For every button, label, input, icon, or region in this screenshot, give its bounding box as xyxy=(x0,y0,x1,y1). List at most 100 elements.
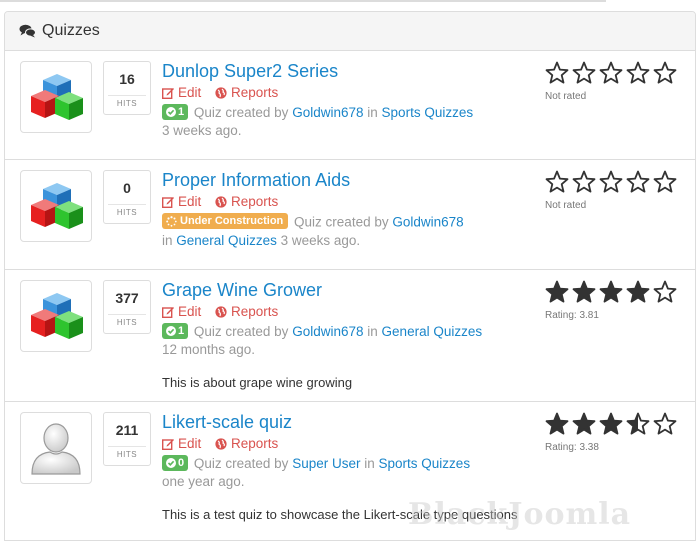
edit-link[interactable]: Edit xyxy=(162,84,201,102)
cubes-icon xyxy=(31,74,83,120)
star-icon-half[interactable] xyxy=(626,412,650,436)
rating: Not rated xyxy=(545,61,695,102)
edit-link[interactable]: Edit xyxy=(162,303,201,321)
globe-icon xyxy=(215,196,227,208)
star-icon-empty[interactable] xyxy=(626,170,650,194)
status-badge: 0 xyxy=(162,455,189,471)
edit-link[interactable]: Edit xyxy=(162,435,201,453)
star-icon-full[interactable] xyxy=(545,412,569,436)
author-link[interactable]: Super User xyxy=(292,456,360,471)
star-icon-empty[interactable] xyxy=(545,61,569,85)
rating: Rating: 3.81 xyxy=(545,280,695,321)
status-badge: 1 xyxy=(162,323,189,339)
rating: Not rated xyxy=(545,170,695,211)
hits-count: 211 xyxy=(115,422,139,438)
check-circle-icon xyxy=(166,458,176,468)
reports-link[interactable]: Reports xyxy=(215,435,278,453)
star-icon-empty[interactable] xyxy=(653,61,677,85)
panel-title: Quizzes xyxy=(42,22,100,39)
hits-label: HITS xyxy=(108,95,146,108)
spinner-icon xyxy=(166,215,177,227)
under-construction-badge: Under Construction xyxy=(162,213,289,229)
star-rating[interactable] xyxy=(545,280,695,304)
hits-counter: 0 HITS xyxy=(103,170,151,224)
star-rating[interactable] xyxy=(545,412,695,436)
globe-icon xyxy=(215,87,227,99)
rating-text: Not rated xyxy=(545,91,587,102)
star-icon-empty[interactable] xyxy=(599,61,623,85)
status-badge: 1 xyxy=(162,104,189,120)
rating-text: Not rated xyxy=(545,200,587,211)
author-link[interactable]: Goldwin678 xyxy=(292,324,363,339)
star-icon-empty[interactable] xyxy=(599,170,623,194)
created-time: 3 weeks ago. xyxy=(162,123,242,138)
panel-heading: Quizzes xyxy=(5,12,695,51)
quiz-thumbnail[interactable] xyxy=(20,412,92,484)
quiz-title-link[interactable]: Grape Wine Grower xyxy=(162,278,532,302)
quiz-description: This is about grape wine growing xyxy=(162,375,353,390)
quiz-title-link[interactable]: Likert-scale quiz xyxy=(162,410,532,434)
reports-link[interactable]: Reports xyxy=(215,193,278,211)
star-icon-full[interactable] xyxy=(626,280,650,304)
edit-icon xyxy=(162,307,174,318)
hits-counter: 16 HITS xyxy=(103,61,151,115)
quiz-item: 377 HITS Grape Wine Grower Edit Reports … xyxy=(5,270,695,402)
comments-icon xyxy=(19,24,36,38)
hits-counter: 211 HITS xyxy=(103,412,151,466)
star-icon-full[interactable] xyxy=(572,412,596,436)
created-time: one year ago. xyxy=(162,474,245,489)
rating: Rating: 3.38 xyxy=(545,412,695,453)
star-icon-full[interactable] xyxy=(545,280,569,304)
star-rating[interactable] xyxy=(545,61,695,85)
category-link[interactable]: General Quizzes xyxy=(176,233,277,248)
created-time: 3 weeks ago. xyxy=(280,232,361,248)
hits-label: HITS xyxy=(108,314,146,327)
star-icon-full[interactable] xyxy=(572,280,596,304)
star-icon-empty[interactable] xyxy=(572,61,596,85)
created-time: 12 months ago. xyxy=(162,342,256,357)
star-icon-full[interactable] xyxy=(599,280,623,304)
hits-count: 0 xyxy=(123,180,131,196)
edit-icon xyxy=(162,88,174,99)
quiz-title-link[interactable]: Dunlop Super2 Series xyxy=(162,59,532,83)
star-icon-empty[interactable] xyxy=(653,280,677,304)
check-circle-icon xyxy=(166,107,176,117)
edit-link[interactable]: Edit xyxy=(162,193,201,211)
quiz-title-link[interactable]: Proper Information Aids xyxy=(162,168,532,192)
quiz-item: 0 HITS Proper Information Aids Edit Repo… xyxy=(5,160,695,270)
author-link[interactable]: Goldwin678 xyxy=(292,105,363,120)
reports-link[interactable]: Reports xyxy=(215,303,278,321)
top-divider xyxy=(0,0,606,2)
star-icon-empty[interactable] xyxy=(572,170,596,194)
star-rating[interactable] xyxy=(545,170,695,194)
watermark-logo: BlackJoomla xyxy=(408,497,632,532)
quizzes-panel: Quizzes 16 HITS Dunlop Super2 Series Edi… xyxy=(4,11,696,541)
edit-icon xyxy=(162,439,174,450)
author-link[interactable]: Goldwin678 xyxy=(392,215,463,230)
category-link[interactable]: Sports Quizzes xyxy=(379,456,471,471)
category-link[interactable]: Sports Quizzes xyxy=(382,105,474,120)
hits-label: HITS xyxy=(108,204,146,217)
hits-count: 377 xyxy=(115,290,139,306)
quiz-thumbnail[interactable] xyxy=(20,280,92,352)
quiz-thumbnail[interactable] xyxy=(20,170,92,242)
cubes-icon xyxy=(31,293,83,339)
star-icon-empty[interactable] xyxy=(653,170,677,194)
hits-count: 16 xyxy=(119,71,135,87)
cubes-icon xyxy=(31,183,83,229)
quiz-thumbnail[interactable] xyxy=(20,61,92,133)
edit-icon xyxy=(162,197,174,208)
hits-counter: 377 HITS xyxy=(103,280,151,334)
globe-icon xyxy=(215,306,227,318)
star-icon-empty[interactable] xyxy=(545,170,569,194)
rating-text: Rating: 3.81 xyxy=(545,310,599,321)
star-icon-full[interactable] xyxy=(599,412,623,436)
star-icon-empty[interactable] xyxy=(653,412,677,436)
category-link[interactable]: General Quizzes xyxy=(382,324,483,339)
star-icon-empty[interactable] xyxy=(626,61,650,85)
reports-link[interactable]: Reports xyxy=(215,84,278,102)
check-circle-icon xyxy=(166,326,176,336)
quiz-item: 16 HITS Dunlop Super2 Series Edit Report… xyxy=(5,51,695,160)
globe-icon xyxy=(215,438,227,450)
rating-text: Rating: 3.38 xyxy=(545,442,599,453)
